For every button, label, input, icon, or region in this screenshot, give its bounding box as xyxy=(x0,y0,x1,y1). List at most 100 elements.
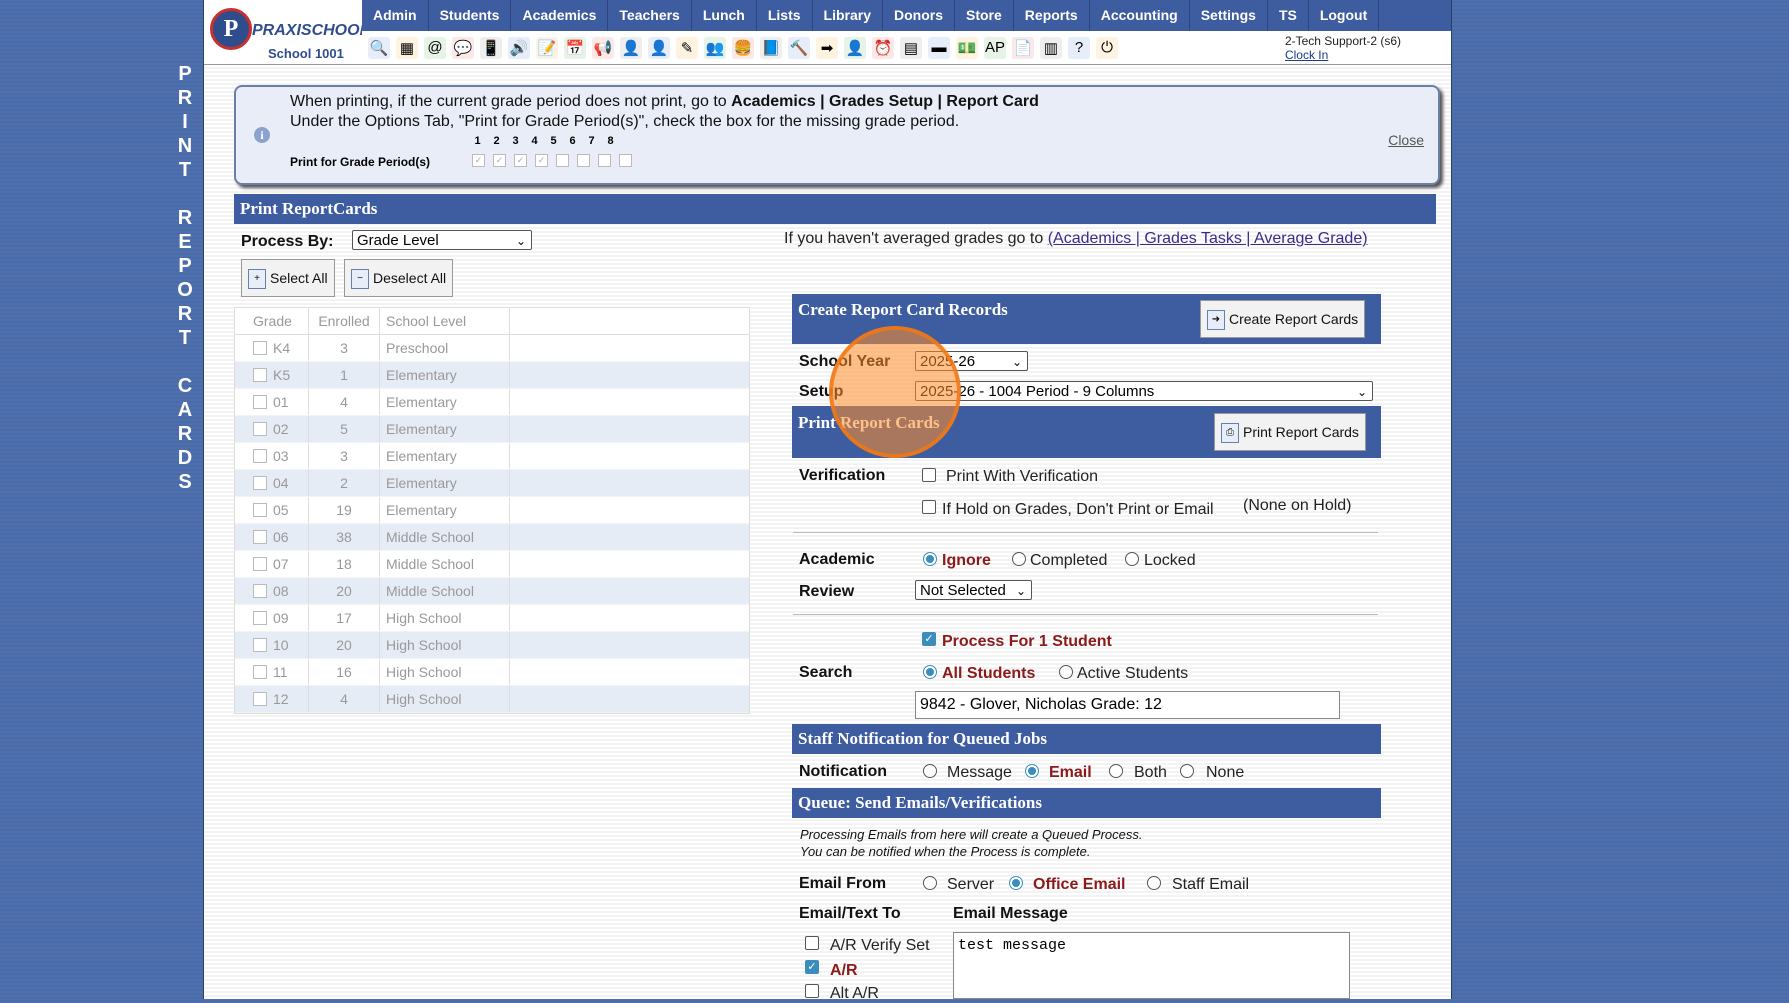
message-radio[interactable] xyxy=(923,764,937,778)
grade-checkbox[interactable] xyxy=(253,449,267,463)
grade-checkbox[interactable] xyxy=(253,341,267,355)
ar-verify-set-checkbox[interactable] xyxy=(805,936,819,950)
print-report-cards-button[interactable]: ⎙ Print Report Cards xyxy=(1214,413,1366,451)
table-row[interactable]: 10 20 High School xyxy=(235,632,749,659)
completed-radio[interactable] xyxy=(1012,552,1026,566)
grade-checkbox[interactable] xyxy=(253,584,267,598)
person-red-icon[interactable]: 👤 xyxy=(620,36,642,59)
school-year-select[interactable]: 2025-26 ⌄ xyxy=(915,351,1028,371)
menu-academics[interactable]: Academics xyxy=(511,0,609,31)
grade-checkbox[interactable] xyxy=(253,665,267,679)
server-radio[interactable] xyxy=(923,876,937,890)
process-by-select[interactable]: Grade Level ⌄ xyxy=(352,230,532,250)
stack-icon[interactable]: ▥ xyxy=(1040,36,1062,59)
email-radio[interactable] xyxy=(1025,764,1039,778)
menu-store[interactable]: Store xyxy=(955,0,1014,31)
student-search-input[interactable]: 9842 - Glover, Nicholas Grade: 12 xyxy=(915,691,1340,719)
lunch-icon[interactable]: 🍔 xyxy=(732,36,754,59)
table-row[interactable]: 01 4 Elementary xyxy=(235,389,749,416)
office-email-radio[interactable] xyxy=(1009,876,1023,890)
person-orange-icon[interactable]: 👤 xyxy=(648,36,670,59)
table-row[interactable]: 12 4 High School xyxy=(235,686,749,713)
search-icon[interactable]: 🔍 xyxy=(368,36,390,59)
menu-teachers[interactable]: Teachers xyxy=(608,0,692,31)
close-link[interactable]: Close xyxy=(1388,132,1424,148)
menu-library[interactable]: Library xyxy=(813,0,883,31)
setup-select[interactable]: 2025-26 - 1004 Period - 9 Columns ⌄ xyxy=(915,381,1373,401)
locked-radio[interactable] xyxy=(1125,552,1139,566)
megaphone-icon[interactable]: 📢 xyxy=(592,36,614,59)
grade-checkbox[interactable] xyxy=(253,503,267,517)
menu-reports[interactable]: Reports xyxy=(1014,0,1090,31)
menu-settings[interactable]: Settings xyxy=(1190,0,1268,31)
grade-checkbox[interactable] xyxy=(253,368,267,382)
speaker-icon[interactable]: 🔊 xyxy=(508,36,530,59)
table-row[interactable]: 05 19 Elementary xyxy=(235,497,749,524)
process-one-student-checkbox[interactable]: ✓ xyxy=(922,632,936,646)
clock-in-link[interactable]: Clock In xyxy=(1285,48,1401,62)
menu-lists[interactable]: Lists xyxy=(757,0,813,31)
table-row[interactable]: K4 3 Preschool xyxy=(235,335,749,362)
table-row[interactable]: K5 1 Elementary xyxy=(235,362,749,389)
ar-icon[interactable]: AP xyxy=(984,36,1006,59)
grade-checkbox[interactable] xyxy=(253,395,267,409)
alt-ar-checkbox[interactable] xyxy=(805,984,819,998)
grade-checkbox[interactable] xyxy=(253,557,267,571)
email-message-textarea[interactable]: test message xyxy=(953,932,1350,999)
table-row[interactable]: 09 17 High School xyxy=(235,605,749,632)
print-with-verification-checkbox[interactable] xyxy=(922,468,936,482)
grade-checkbox[interactable] xyxy=(253,638,267,652)
at-icon[interactable]: @ xyxy=(424,36,446,59)
logo[interactable]: P PRAXISCHOOL School 1001 xyxy=(204,0,369,65)
grade-checkbox[interactable] xyxy=(253,611,267,625)
menu-admin[interactable]: Admin xyxy=(362,0,429,31)
menu-accounting[interactable]: Accounting xyxy=(1090,0,1190,31)
table-row[interactable]: 11 16 High School xyxy=(235,659,749,686)
ar-checkbox[interactable]: ✓ xyxy=(805,960,819,974)
gavel-icon[interactable]: 🔨 xyxy=(788,36,810,59)
calendar-icon[interactable]: 📅 xyxy=(564,36,586,59)
staff-icon[interactable]: 👤 xyxy=(844,36,866,59)
deselect-all-button[interactable]: − Deselect All xyxy=(344,259,454,297)
group-icon[interactable]: 👥 xyxy=(704,36,726,59)
help-icon[interactable]: ? xyxy=(1068,36,1090,59)
chat-icon[interactable]: 💬 xyxy=(452,36,474,59)
grade-checkbox[interactable] xyxy=(253,692,267,706)
select-all-button[interactable]: + Select All xyxy=(241,259,335,297)
card-icon[interactable]: ▬ xyxy=(928,36,950,59)
grid-icon[interactable]: ▦ xyxy=(396,36,418,59)
menu-students[interactable]: Students xyxy=(429,0,512,31)
menu-donors[interactable]: Donors xyxy=(883,0,955,31)
all-students-radio[interactable] xyxy=(923,665,937,679)
cash-icon[interactable]: 💵 xyxy=(956,36,978,59)
table-row[interactable]: 06 38 Middle School xyxy=(235,524,749,551)
staff-email-radio[interactable] xyxy=(1147,876,1161,890)
create-report-cards-button[interactable]: ➜ Create Report Cards xyxy=(1200,300,1366,338)
arrow-right-icon[interactable]: ➡ xyxy=(816,36,838,59)
grade-checkbox[interactable] xyxy=(253,530,267,544)
both-radio[interactable] xyxy=(1109,764,1123,778)
table-row[interactable]: 02 5 Elementary xyxy=(235,416,749,443)
phone-icon[interactable]: 📱 xyxy=(480,36,502,59)
table-row[interactable]: 08 20 Middle School xyxy=(235,578,749,605)
review-select[interactable]: Not Selected ⌄ xyxy=(915,580,1032,600)
table-row[interactable]: 04 2 Elementary xyxy=(235,470,749,497)
none-radio[interactable] xyxy=(1180,764,1194,778)
pdf-icon[interactable]: 📄 xyxy=(1012,36,1034,59)
menu-logout[interactable]: Logout xyxy=(1309,0,1380,31)
grade-checkbox[interactable] xyxy=(253,476,267,490)
menu-ts[interactable]: TS xyxy=(1268,0,1309,31)
active-students-radio[interactable] xyxy=(1059,665,1073,679)
table-row[interactable]: 07 18 Middle School xyxy=(235,551,749,578)
ignore-radio[interactable] xyxy=(923,552,937,566)
grade-checkbox[interactable] xyxy=(253,422,267,436)
power-icon[interactable]: ⏻ xyxy=(1096,36,1118,59)
pencil-icon[interactable]: ✎ xyxy=(676,36,698,59)
calendar-edit-icon[interactable]: 📝 xyxy=(536,36,558,59)
menu-lunch[interactable]: Lunch xyxy=(692,0,757,31)
clock-icon[interactable]: ⏰ xyxy=(872,36,894,59)
hold-on-grades-checkbox[interactable] xyxy=(922,500,936,514)
table-icon[interactable]: ▤ xyxy=(900,36,922,59)
average-grade-link[interactable]: (Academics | Grades Tasks | Average Grad… xyxy=(1048,230,1368,247)
table-row[interactable]: 03 3 Elementary xyxy=(235,443,749,470)
